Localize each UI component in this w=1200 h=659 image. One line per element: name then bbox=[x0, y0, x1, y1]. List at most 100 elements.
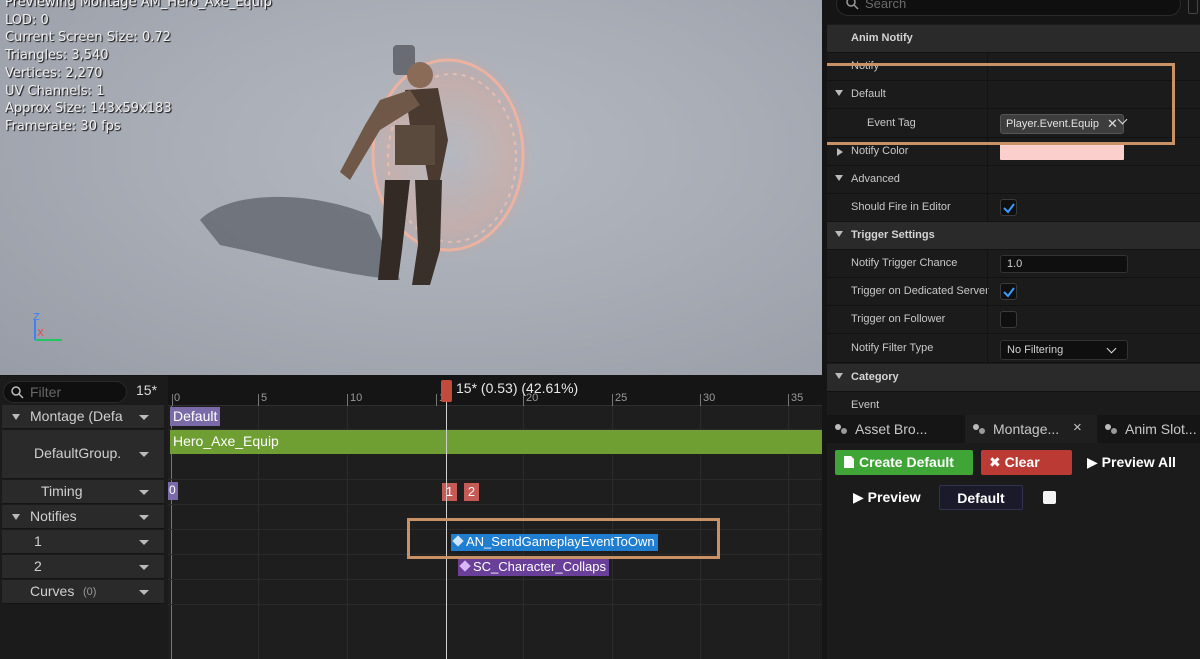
filter-type-dropdown[interactable]: No Filtering bbox=[1000, 340, 1128, 360]
checkmark-icon bbox=[1003, 203, 1015, 214]
divider bbox=[987, 335, 988, 363]
row-dedicated-server: Trigger on Dedicated Server bbox=[827, 278, 1200, 306]
lane-curves bbox=[168, 580, 822, 605]
category-category[interactable]: Category bbox=[827, 364, 1200, 392]
trigger-chance-label: Notify Trigger Chance bbox=[851, 257, 958, 269]
search-placeholder: Search bbox=[865, 0, 907, 11]
category-anim-notify[interactable]: Anim Notify bbox=[827, 25, 1200, 53]
row-follower: Trigger on Follower bbox=[827, 306, 1200, 334]
category-trigger-settings[interactable]: Trigger Settings bbox=[827, 222, 1200, 250]
highlight-event-tag bbox=[827, 63, 1175, 145]
asset-browser-icon bbox=[835, 424, 847, 434]
expand-arrow-icon[interactable] bbox=[835, 231, 843, 237]
curves-count: (0) bbox=[83, 586, 97, 598]
filter-placeholder: Filter bbox=[30, 384, 62, 400]
row-trigger-chance: Notify Trigger Chance 1.0 bbox=[827, 250, 1200, 278]
section-loop-checkbox[interactable] bbox=[1043, 491, 1056, 504]
lane-timing bbox=[168, 480, 822, 505]
event-label: Event bbox=[851, 399, 880, 411]
chevron-down-icon[interactable] bbox=[139, 565, 149, 570]
montage-sections-panel: Asset Bro... Montage... × Anim Slot... C… bbox=[827, 415, 1200, 659]
divider bbox=[987, 166, 988, 194]
track-filter-input[interactable]: Filter bbox=[3, 381, 127, 403]
timeline-panel[interactable]: 0 5 10 15 20 25 30 35 Default Hero_Axe_E… bbox=[168, 376, 822, 659]
chevron-down-icon[interactable] bbox=[139, 452, 149, 457]
notify-sc-character-collapse[interactable]: SC_Character_Collaps bbox=[458, 559, 609, 576]
preview-viewport[interactable]: Previewing Montage AM_Hero_Axe_Equip LOD… bbox=[0, 0, 822, 375]
notify-label: SC_Character_Collaps bbox=[473, 559, 606, 574]
expand-arrow-icon[interactable] bbox=[12, 514, 20, 520]
track-label: 1 bbox=[34, 533, 42, 549]
dedicated-server-checkbox[interactable] bbox=[1000, 283, 1017, 300]
track-label: Notifies bbox=[30, 508, 77, 524]
anim-montage-editor: Previewing Montage AM_Hero_Axe_Equip LOD… bbox=[0, 0, 1200, 659]
gizmo-z-label: Z bbox=[33, 312, 40, 323]
track-montage[interactable]: Montage (Defa bbox=[2, 405, 164, 429]
anim-segment[interactable]: Hero_Axe_Equip bbox=[170, 430, 822, 454]
track-notifies[interactable]: Notifies bbox=[2, 505, 164, 529]
notify-color-label: Notify Color bbox=[851, 145, 909, 157]
track-timing[interactable]: Timing bbox=[2, 480, 164, 504]
ruler-tick bbox=[347, 394, 348, 406]
collapsed-arrow-icon[interactable] bbox=[837, 148, 843, 156]
current-frame-label: 15* bbox=[136, 382, 158, 398]
should-fire-checkbox[interactable] bbox=[1000, 199, 1017, 216]
expand-arrow-icon[interactable] bbox=[835, 175, 843, 181]
tick-label: 5 bbox=[261, 392, 268, 404]
tick-label: 35 bbox=[791, 392, 804, 404]
gizmo-x-label: X bbox=[37, 328, 44, 339]
row-advanced[interactable]: Advanced bbox=[827, 166, 1200, 194]
chevron-down-icon[interactable] bbox=[139, 590, 149, 595]
default-slot-bar[interactable]: Default bbox=[170, 407, 220, 426]
notify-diamond-icon bbox=[459, 560, 471, 572]
play-icon: ▶ bbox=[853, 489, 864, 505]
notify-track-1[interactable]: 1 bbox=[2, 530, 164, 554]
clear-button[interactable]: ✖ Clear bbox=[981, 450, 1072, 475]
ruler-tick bbox=[258, 394, 259, 406]
chevron-down-icon[interactable] bbox=[139, 515, 149, 520]
details-search-input[interactable]: Search bbox=[836, 0, 1181, 16]
preview-all-button[interactable]: ▶ Preview All bbox=[1079, 450, 1184, 475]
follower-label: Trigger on Follower bbox=[851, 313, 946, 325]
track-list: Filter 15* Montage (Defa DefaultGroup. T… bbox=[0, 376, 168, 659]
lane-montage bbox=[168, 406, 822, 430]
timing-marker[interactable]: 0 bbox=[168, 482, 178, 500]
expand-arrow-icon[interactable] bbox=[12, 414, 20, 420]
close-tab-icon[interactable]: × bbox=[1073, 419, 1082, 436]
row-event: Event bbox=[827, 392, 1200, 415]
stat-line: Previewing Montage AM_Hero_Axe_Equip bbox=[5, 0, 272, 10]
trigger-chance-input[interactable]: 1.0 bbox=[1000, 255, 1128, 273]
playhead-handle[interactable] bbox=[441, 380, 452, 402]
follower-checkbox[interactable] bbox=[1000, 311, 1017, 328]
details-options-button[interactable] bbox=[1188, 0, 1198, 14]
play-icon: ▶ bbox=[1087, 454, 1098, 470]
tab-montage[interactable]: Montage... × bbox=[965, 415, 1097, 443]
tab-label: Asset Bro... bbox=[855, 421, 928, 437]
tab-asset-browser[interactable]: Asset Bro... bbox=[833, 415, 961, 443]
tab-anim-slot[interactable]: Anim Slot... bbox=[1103, 415, 1200, 443]
tab-label: Montage... bbox=[993, 421, 1060, 437]
section-marker-2[interactable]: 2 bbox=[464, 483, 479, 501]
track-label: 2 bbox=[34, 558, 42, 574]
tick-label: 0 bbox=[174, 392, 181, 404]
document-icon bbox=[844, 456, 854, 468]
section-marker-1[interactable]: 1 bbox=[442, 483, 457, 501]
default-section-button[interactable]: Default bbox=[939, 485, 1023, 510]
track-curves[interactable]: Curves (0) bbox=[2, 580, 164, 604]
create-default-button[interactable]: Create Default bbox=[835, 450, 973, 475]
ruler-tick bbox=[172, 394, 173, 406]
chevron-down-icon[interactable] bbox=[139, 490, 149, 495]
track-default-group[interactable]: DefaultGroup. bbox=[2, 430, 164, 479]
category-label: Category bbox=[851, 371, 899, 383]
should-fire-label: Should Fire in Editor bbox=[851, 201, 951, 213]
notify-track-2[interactable]: 2 bbox=[2, 555, 164, 579]
category-label: Trigger Settings bbox=[851, 229, 935, 241]
chevron-down-icon[interactable] bbox=[139, 415, 149, 420]
ruler-tick bbox=[788, 394, 789, 406]
chevron-down-icon[interactable] bbox=[139, 540, 149, 545]
divider bbox=[987, 250, 988, 278]
preview-button[interactable]: ▶ Preview bbox=[845, 485, 929, 510]
expand-arrow-icon[interactable] bbox=[835, 373, 843, 379]
preview-all-label: Preview All bbox=[1101, 454, 1176, 470]
clear-label: Clear bbox=[1004, 454, 1040, 470]
